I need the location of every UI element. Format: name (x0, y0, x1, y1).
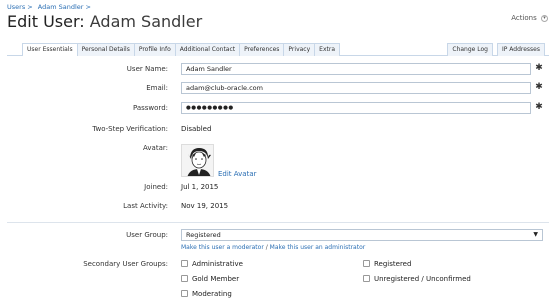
keyboard-icon[interactable]: ✱ (534, 63, 544, 74)
user-essentials-panel: User Name: Adam Sandler ✱ Email: adam@cl… (7, 56, 549, 300)
checkbox-label: Moderating (192, 290, 232, 298)
avatar[interactable] (181, 144, 214, 177)
username-label: User Name: (126, 65, 168, 73)
password-field[interactable]: ●●●●●●●●● (181, 102, 531, 114)
breadcrumb: Users > Adam Sandler > (7, 3, 94, 11)
joined-value: Jul 1, 2015 (181, 183, 219, 191)
actions-menu[interactable]: Actions ▾ (511, 14, 548, 22)
last-activity-label: Last Activity: (123, 202, 168, 210)
user-group-links: Make this user a moderator / Make this u… (181, 244, 365, 251)
dropdown-arrow-icon: ▼ (533, 231, 538, 238)
tab-additional-contact[interactable]: Additional Contact (174, 43, 241, 56)
checkbox-label: Administrative (192, 260, 243, 268)
page-title-prefix: Edit User: (7, 12, 85, 31)
tab-personal-details[interactable]: Personal Details (76, 43, 135, 56)
two-step-label: Two-Step Verification: (92, 125, 168, 133)
email-field[interactable]: adam@club-oracle.com (181, 82, 531, 94)
checkbox-registered[interactable]: Registered (363, 260, 411, 268)
chevron-down-icon: ▾ (541, 14, 548, 22)
checkbox-gold-member[interactable]: Gold Member (181, 275, 239, 283)
page-title-name: Adam Sandler (89, 12, 203, 31)
email-label: Email: (146, 84, 168, 92)
make-moderator-link[interactable]: Make this user a moderator (181, 244, 264, 251)
breadcrumb-user[interactable]: Adam Sandler > (38, 3, 91, 11)
make-administrator-link[interactable]: Make this user an administrator (270, 244, 366, 251)
breadcrumb-users[interactable]: Users > (7, 3, 33, 11)
page-title: Edit User: Adam Sandler (7, 12, 202, 31)
user-group-value: Registered (186, 231, 221, 239)
tab-extra[interactable]: Extra (314, 43, 340, 56)
checkbox-label: Registered (374, 260, 412, 268)
tabs-right: Change Log IP Addresses (443, 43, 545, 56)
tab-profile-info[interactable]: Profile Info (133, 43, 176, 56)
user-group-label: User Group: (126, 231, 168, 239)
avatar-image (182, 145, 213, 176)
avatar-label: Avatar: (143, 144, 168, 152)
two-step-value: Disabled (181, 125, 212, 133)
last-activity-value: Nov 19, 2015 (181, 202, 229, 210)
tab-bar: User Essentials Personal Details Profile… (7, 43, 549, 57)
avatar-row: Avatar: Edit Avatar (7, 144, 549, 180)
tab-preferences[interactable]: Preferences (239, 43, 285, 56)
checkbox-unregistered[interactable]: Unregistered / Unconfirmed (363, 275, 471, 283)
secondary-groups-label: Secondary User Groups: (83, 260, 168, 268)
joined-label: Joined: (144, 183, 168, 191)
keyboard-icon[interactable]: ✱ (534, 82, 544, 93)
checkbox-box[interactable] (181, 260, 188, 267)
user-group-select[interactable]: Registered ▼ (181, 229, 543, 241)
section-divider (7, 222, 549, 223)
checkbox-box[interactable] (363, 275, 370, 282)
tab-user-essentials[interactable]: User Essentials (22, 43, 78, 57)
checkbox-label: Unregistered / Unconfirmed (374, 275, 471, 283)
username-field[interactable]: Adam Sandler (181, 63, 531, 75)
checkbox-label: Gold Member (192, 275, 240, 283)
tab-change-log[interactable]: Change Log (447, 43, 493, 56)
password-label: Password: (132, 104, 168, 112)
link-separator: / (265, 244, 268, 251)
tab-privacy[interactable]: Privacy (283, 43, 316, 56)
checkbox-box[interactable] (363, 260, 370, 267)
tab-ip-addresses[interactable]: IP Addresses (496, 43, 545, 56)
tabs-left: User Essentials Personal Details Profile… (22, 43, 340, 57)
actions-label: Actions (511, 14, 537, 22)
checkbox-box[interactable] (181, 275, 188, 282)
checkbox-administrative[interactable]: Administrative (181, 260, 243, 268)
edit-avatar-link[interactable]: Edit Avatar (218, 170, 257, 178)
checkbox-moderating[interactable]: Moderating (181, 290, 232, 298)
checkbox-box[interactable] (181, 290, 188, 297)
keyboard-icon[interactable]: ✱ (534, 102, 544, 113)
